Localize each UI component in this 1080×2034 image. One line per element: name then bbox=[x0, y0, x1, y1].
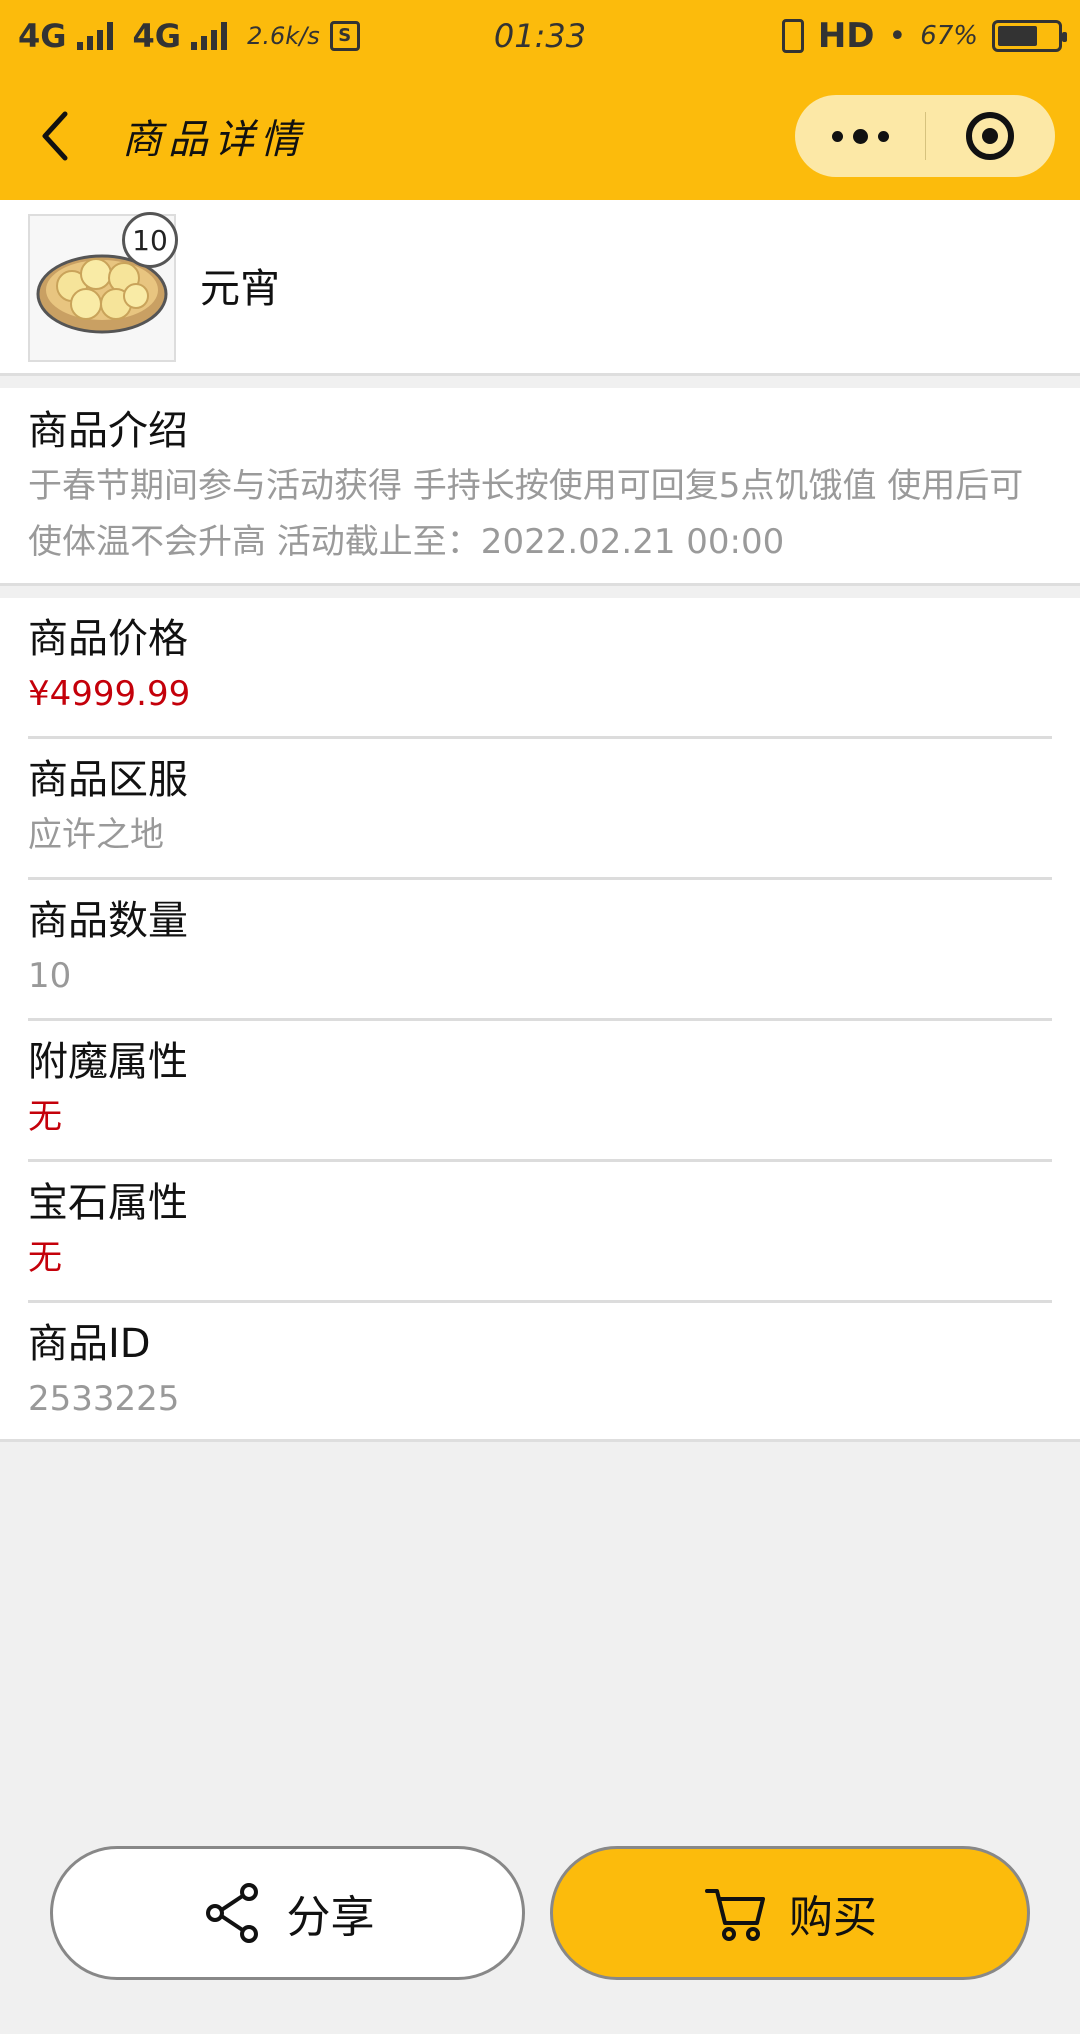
network-label-2: 4G bbox=[132, 17, 182, 55]
more-button[interactable] bbox=[795, 95, 925, 177]
quantity-value: 10 bbox=[28, 956, 72, 996]
item-intro-section: 商品介绍 于春节期间参与活动获得 手持长按使用可回复5点饥饿值 使用后可使体温不… bbox=[0, 388, 1080, 586]
intro-label: 商品介绍 bbox=[28, 408, 188, 454]
item-details-list: 商品价格 ¥4999.99 商品区服 应许之地 商品数量 10 附魔属性 无 宝… bbox=[0, 598, 1080, 1442]
detail-label: 商品价格 bbox=[28, 616, 188, 662]
detail-label: 商品ID bbox=[28, 1321, 151, 1367]
detail-row-price: 商品价格 ¥4999.99 bbox=[0, 598, 1080, 739]
hd-label: HD bbox=[817, 16, 875, 56]
signal-icon bbox=[76, 22, 113, 50]
battery-icon bbox=[992, 20, 1067, 52]
quantity-badge: 10 bbox=[122, 212, 178, 268]
detail-label: 宝石属性 bbox=[28, 1180, 188, 1226]
enchant-value: 无 bbox=[28, 1097, 62, 1137]
item-id-value: 2533225 bbox=[28, 1379, 180, 1419]
status-bar: 4G 4G 2.6k/s S 01:33 HD • 67% bbox=[0, 0, 1080, 72]
nav-bar: 商品详情 bbox=[0, 72, 1080, 200]
gem-value: 无 bbox=[28, 1238, 62, 1278]
miniprogram-capsule bbox=[795, 95, 1055, 177]
detail-row-server: 商品区服 应许之地 bbox=[0, 739, 1080, 880]
chevron-left-icon bbox=[42, 111, 68, 161]
back-button[interactable] bbox=[0, 72, 110, 200]
buy-label: 购买 bbox=[789, 1892, 877, 1943]
share-label: 分享 bbox=[286, 1892, 375, 1943]
detail-row-quantity: 商品数量 10 bbox=[0, 880, 1080, 1021]
battery-percent: 67% bbox=[920, 21, 978, 51]
detail-label: 商品区服 bbox=[28, 757, 188, 803]
wifi-icon: • bbox=[888, 18, 907, 54]
item-header: 10 元宵 bbox=[0, 200, 1080, 376]
share-icon bbox=[205, 1883, 258, 1943]
signal-icon bbox=[191, 22, 228, 50]
share-button[interactable]: 分享 bbox=[50, 1846, 525, 1980]
battery-fill bbox=[998, 26, 1037, 46]
more-dot-icon bbox=[831, 130, 843, 142]
sim-icon: S bbox=[329, 21, 360, 51]
server-value: 应许之地 bbox=[28, 815, 164, 855]
more-dot-icon bbox=[852, 128, 868, 144]
detail-row-enchant: 附魔属性 无 bbox=[0, 1021, 1080, 1162]
status-left: 4G 4G 2.6k/s S bbox=[18, 17, 360, 55]
more-dot-icon bbox=[877, 130, 889, 142]
page-title: 商品详情 bbox=[122, 117, 306, 163]
detail-label: 附魔属性 bbox=[28, 1039, 188, 1085]
detail-row-id: 商品ID 2533225 bbox=[0, 1303, 1080, 1444]
vibrate-icon bbox=[781, 19, 804, 53]
close-miniprogram-button[interactable] bbox=[926, 95, 1054, 177]
status-right: HD • 67% bbox=[781, 16, 1067, 56]
buy-button[interactable]: 购买 bbox=[550, 1846, 1030, 1980]
intro-text: 于春节期间参与活动获得 手持长按使用可回复5点饥饿值 使用后可使体温不会升高 活… bbox=[28, 466, 1024, 562]
cart-icon bbox=[705, 1889, 765, 1941]
network-speed: 2.6k/s bbox=[247, 22, 320, 50]
detail-label: 商品数量 bbox=[28, 898, 188, 944]
network-label-1: 4G bbox=[18, 17, 67, 55]
detail-row-gem: 宝石属性 无 bbox=[0, 1162, 1080, 1303]
item-name: 元宵 bbox=[200, 266, 280, 312]
target-icon bbox=[966, 112, 1014, 160]
price-value: ¥4999.99 bbox=[28, 674, 191, 714]
